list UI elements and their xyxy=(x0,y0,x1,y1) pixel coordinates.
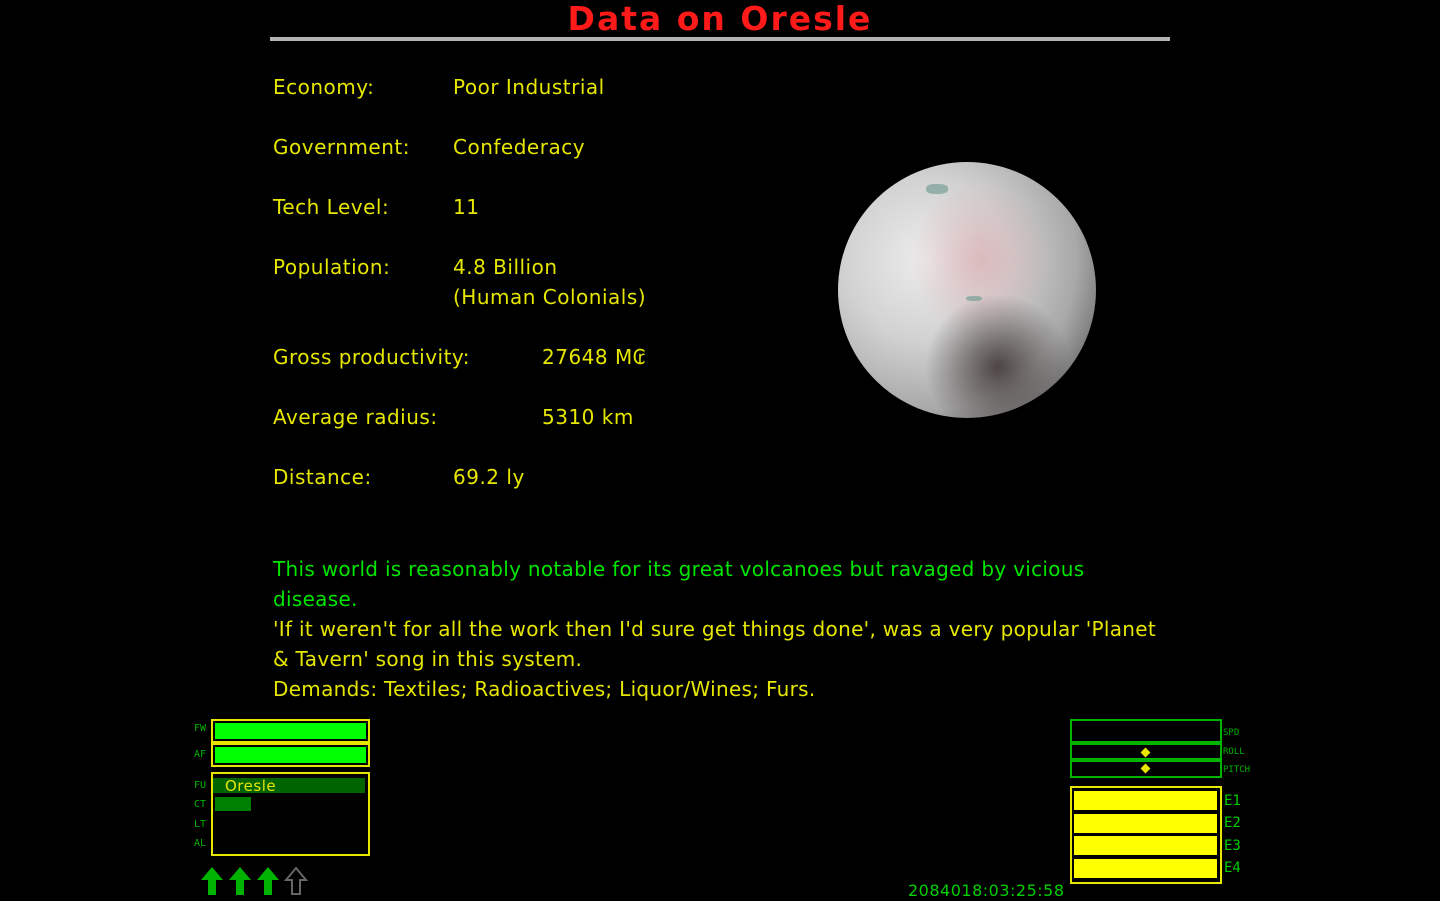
lt-label: LT xyxy=(194,819,207,830)
energy-bank-4 xyxy=(1074,859,1217,878)
fw-label: FW xyxy=(194,723,207,734)
radius-label: Average radius: xyxy=(273,405,438,429)
title-divider xyxy=(270,37,1170,41)
missile-ready-icon xyxy=(256,866,280,900)
distance-value: 69.2 ly xyxy=(453,465,525,489)
cabin-temp-bar xyxy=(215,797,251,811)
page-title: Data on Oresle xyxy=(567,0,873,38)
fw-shield-bar xyxy=(215,723,366,739)
description-demands: Demands: Textiles; Radioactives; Liquor/… xyxy=(273,677,816,701)
government-label: Government: xyxy=(273,135,410,159)
productivity-label: Gross productivity: xyxy=(273,345,471,369)
missile-empty-icon xyxy=(283,866,309,900)
distance-label: Distance: xyxy=(273,465,372,489)
productivity-value: 27648 M₢ xyxy=(542,345,646,369)
pitch-label: PITCH xyxy=(1223,765,1251,775)
roll-label: ROLL xyxy=(1223,747,1245,757)
af-shield-bar xyxy=(215,747,366,763)
e4-label: E4 xyxy=(1224,860,1241,876)
spd-label: SPD xyxy=(1223,728,1240,738)
missile-ready-icon xyxy=(228,866,252,900)
economy-label: Economy: xyxy=(273,75,375,99)
government-value: Confederacy xyxy=(453,135,586,159)
e1-label: E1 xyxy=(1224,793,1241,809)
description-song: 'If it weren't for all the work then I'd… xyxy=(273,617,1157,671)
missile-ready-icon xyxy=(200,866,224,900)
system-description: This world is reasonably notable for its… xyxy=(273,554,1173,704)
al-label: AL xyxy=(194,838,207,849)
e2-label: E2 xyxy=(1224,815,1241,831)
target-name: Oresle xyxy=(213,778,365,795)
fu-label: FU xyxy=(194,780,207,791)
tech-level-value: 11 xyxy=(453,195,480,219)
tech-level-label: Tech Level: xyxy=(273,195,390,219)
energy-bank-1 xyxy=(1074,791,1217,810)
population-value: 4.8 Billion xyxy=(453,255,558,279)
speed-indicator xyxy=(1070,719,1222,743)
ct-label: CT xyxy=(194,799,207,810)
radius-value: 5310 km xyxy=(542,405,634,429)
af-label: AF xyxy=(194,749,207,760)
energy-bank-3 xyxy=(1074,836,1217,855)
description-line: This world is reasonably notable for its… xyxy=(273,557,1085,611)
game-clock: 2084018:03:25:58 xyxy=(908,881,1065,900)
population-label: Population: xyxy=(273,255,391,279)
planet-image xyxy=(838,162,1096,418)
economy-value: Poor Industrial xyxy=(453,75,605,99)
e3-label: E3 xyxy=(1224,838,1241,854)
population-species: (Human Colonials) xyxy=(453,285,647,309)
energy-bank-2 xyxy=(1074,814,1217,833)
